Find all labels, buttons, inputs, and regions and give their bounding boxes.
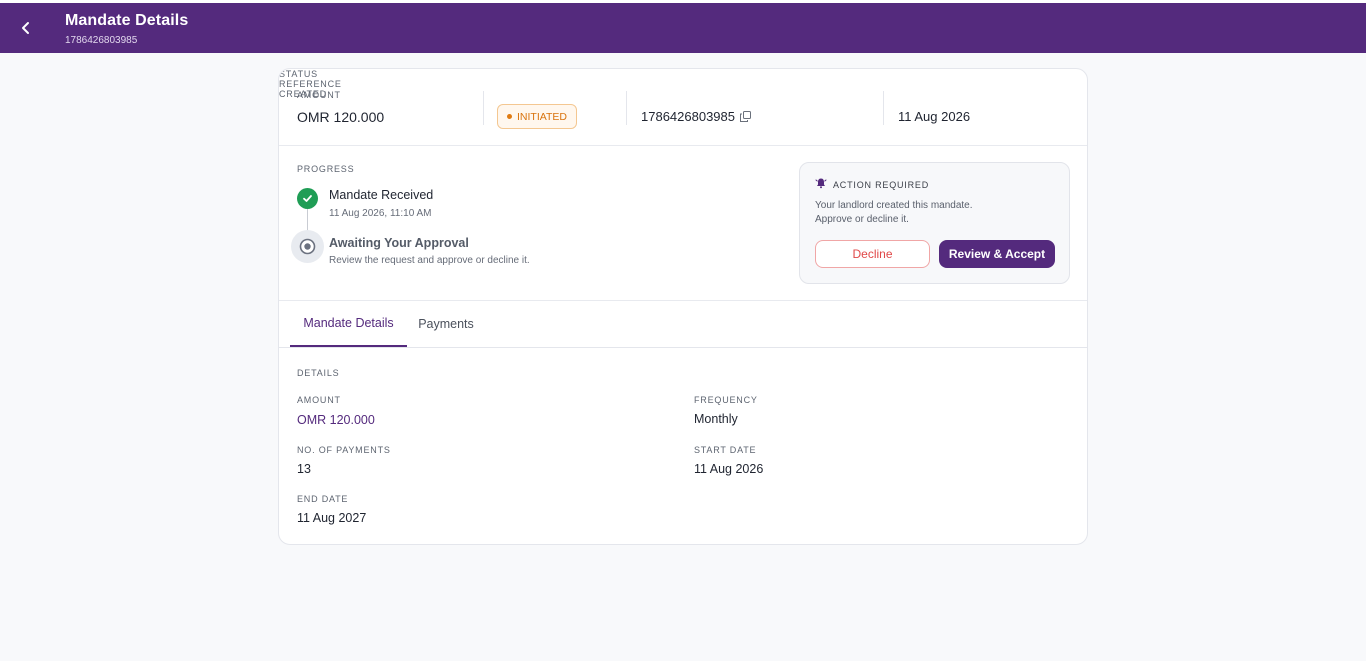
details-start-label: START DATE bbox=[694, 445, 757, 455]
details-payments-label: NO. OF PAYMENTS bbox=[297, 445, 391, 455]
progress-section: PROGRESS Mandate Received 11 Aug 2026, 1… bbox=[279, 146, 1087, 301]
summary-amount: AMOUNT OMR 120.000 bbox=[297, 69, 477, 146]
copy-icon[interactable] bbox=[740, 111, 751, 122]
app-header: Mandate Details 1786426803985 bbox=[0, 3, 1366, 53]
details-frequency-label: FREQUENCY bbox=[694, 395, 758, 405]
summary-amount-label: AMOUNT bbox=[297, 90, 341, 100]
details-section-label: DETAILS bbox=[297, 368, 340, 378]
action-description: Your landlord created this mandate. Appr… bbox=[815, 199, 1055, 227]
status-badge-text: INITIATED bbox=[517, 110, 567, 123]
details-amount-label: AMOUNT bbox=[297, 395, 341, 405]
radio-pending-icon bbox=[299, 238, 316, 255]
bell-alert-icon bbox=[815, 178, 827, 189]
mandate-card: AMOUNT OMR 120.000 STATUS INITIATED REFE… bbox=[278, 68, 1088, 545]
action-line-1: Your landlord created this mandate. bbox=[815, 200, 973, 211]
tab-bar: Mandate Details Payments bbox=[279, 301, 1087, 348]
divider bbox=[483, 91, 484, 125]
review-accept-button[interactable]: Review & Accept bbox=[939, 240, 1055, 268]
decline-button[interactable]: Decline bbox=[815, 240, 930, 268]
step-1-subtitle: 11 Aug 2026, 11:10 AM bbox=[329, 208, 432, 219]
summary-reference-value: 1786426803985 bbox=[641, 109, 735, 124]
step-2-subtitle: Review the request and approve or declin… bbox=[329, 255, 530, 266]
page-title: Mandate Details bbox=[65, 12, 189, 29]
status-badge: INITIATED bbox=[497, 104, 577, 129]
chevron-left-icon bbox=[22, 22, 29, 34]
details-payments-value: 13 bbox=[297, 462, 311, 476]
progress-label: PROGRESS bbox=[297, 164, 355, 174]
summary-section: AMOUNT OMR 120.000 STATUS INITIATED REFE… bbox=[279, 69, 1087, 146]
divider bbox=[883, 91, 884, 125]
details-amount-value: OMR 120.000 bbox=[297, 413, 375, 427]
action-line-2: Approve or decline it. bbox=[815, 214, 909, 225]
details-end-value: 11 Aug 2027 bbox=[297, 511, 367, 525]
step-1-title: Mandate Received bbox=[329, 188, 434, 202]
tab-payments[interactable]: Payments bbox=[409, 301, 483, 347]
details-frequency-value: Monthly bbox=[694, 412, 738, 426]
step-pending-marker bbox=[291, 230, 324, 263]
check-icon bbox=[303, 195, 312, 202]
page-subtitle: 1786426803985 bbox=[65, 35, 138, 46]
action-required-panel: ACTION REQUIRED Your landlord created th… bbox=[799, 162, 1070, 284]
back-button[interactable] bbox=[12, 14, 40, 42]
details-end-label: END DATE bbox=[297, 494, 349, 504]
step-2-title: Awaiting Your Approval bbox=[329, 236, 469, 250]
details-section: DETAILS AMOUNT OMR 120.000 FREQUENCY Mon… bbox=[279, 349, 1087, 544]
action-required-label: ACTION REQUIRED bbox=[833, 180, 930, 190]
summary-created-value: 11 Aug 2026 bbox=[898, 109, 971, 124]
summary-amount-value: OMR 120.000 bbox=[297, 109, 385, 125]
step-complete-marker bbox=[297, 188, 318, 209]
divider bbox=[626, 91, 627, 125]
tab-mandate-details[interactable]: Mandate Details bbox=[290, 301, 407, 347]
status-dot-icon bbox=[507, 114, 512, 119]
details-start-value: 11 Aug 2026 bbox=[694, 462, 764, 476]
